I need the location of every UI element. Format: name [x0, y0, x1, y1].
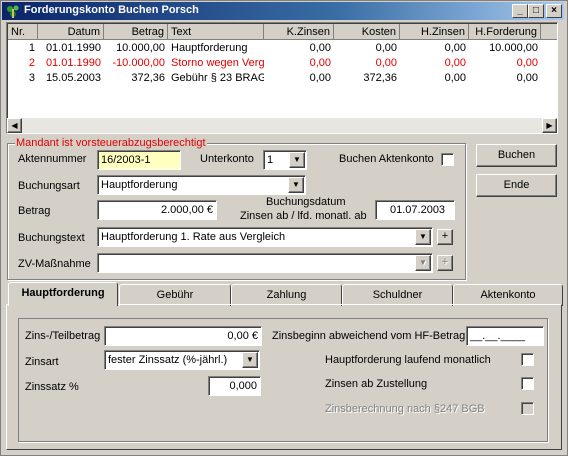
column-header-datum[interactable]: Datum [38, 24, 104, 40]
zinsen-zustellung-label: Zinsen ab Zustellung [325, 378, 428, 390]
tab-zahlung[interactable]: Zahlung [231, 284, 342, 306]
zv-massnahme-select[interactable]: ▼ [97, 253, 433, 273]
minimize-button[interactable]: _ [512, 4, 528, 18]
chevron-down-icon[interactable]: ▼ [242, 352, 258, 368]
chevron-down-icon[interactable]: ▼ [415, 255, 431, 271]
chevron-down-icon[interactable]: ▼ [289, 152, 305, 168]
column-header-nr[interactable]: Nr. [8, 24, 38, 40]
table-cell-hzinsen: 0,00 [444, 57, 466, 69]
aktennummer-label: Aktennummer [18, 153, 87, 165]
table-cell-hforderung: 10.000,00 [489, 42, 538, 54]
column-header-betrag[interactable]: Betrag [104, 24, 168, 40]
buchen-aktenkonto-checkbox[interactable] [441, 153, 454, 166]
table-cell-kzinsen: 0,00 [309, 72, 331, 84]
buchen-aktenkonto-label: Buchen Aktenkonto [339, 153, 434, 165]
unterkonto-select[interactable]: 1 ▼ [263, 150, 307, 170]
app-icon [7, 5, 19, 18]
hf-monatlich-checkbox[interactable] [521, 353, 534, 366]
table-cell-hzinsen: 0,00 [444, 72, 466, 84]
zinsbeginn-label: Zinsbeginn abweichend vom HF-Betrag [272, 330, 466, 342]
title-bar[interactable]: Forderungskonto Buchen Porsch _ □ × [2, 2, 564, 20]
tab-schuldner[interactable]: Schuldner [342, 284, 453, 306]
tab-hauptforderung[interactable]: Hauptforderung [8, 282, 118, 306]
table-cell-betrag: 372,36 [131, 72, 165, 84]
table-cell-kosten: 0,00 [375, 42, 397, 54]
zinssatz-field[interactable]: 0,000 [208, 376, 261, 396]
zinsen-zustellung-checkbox[interactable] [521, 377, 534, 390]
zinsbeginn-field[interactable]: __.__.____ [466, 326, 544, 346]
tab-gebuehr[interactable]: Gebühr [119, 284, 231, 306]
aktennummer-field[interactable]: 16/2003-1 [97, 150, 181, 170]
table-cell-kzinsen: 0,00 [309, 57, 331, 69]
table-cell-nr: 2 [28, 57, 35, 69]
table-cell-nr: 3 [28, 72, 35, 84]
buchungstext-value: Hauptforderung 1. Rate aus Vergleich [101, 231, 286, 243]
window-title: Forderungskonto Buchen Porsch [24, 4, 199, 16]
column-header-filler [541, 24, 557, 40]
table-cell-kosten: 0,00 [375, 57, 397, 69]
table-cell-datum: 15.05.2003 [45, 72, 101, 84]
table-cell-text: Gebühr § 23 BRAG [171, 72, 264, 84]
zinsart-select[interactable]: fester Zinssatz (%-jährl.) ▼ [104, 350, 260, 370]
unterkonto-value: 1 [267, 154, 274, 166]
column-header-hforderung[interactable]: H.Forderung [469, 24, 541, 40]
table-cell-hforderung: 0,00 [516, 72, 538, 84]
betrag-label: Betrag [18, 205, 51, 217]
buchungsdatum-field[interactable]: 01.07.2003 [375, 200, 455, 220]
add-buchungstext-button[interactable]: + [437, 229, 453, 245]
zinsart-label: Zinsart [25, 356, 59, 368]
buchungstext-label: Buchungstext [18, 232, 85, 244]
buchungsart-label: Buchungsart [18, 180, 80, 192]
scroll-right-icon[interactable]: ▶ [542, 118, 557, 133]
zinsberechnung-checkbox[interactable] [521, 402, 534, 415]
buchungstext-select[interactable]: Hauptforderung 1. Rate aus Vergleich ▼ [97, 227, 433, 247]
zins-teilbetrag-field[interactable]: 0,00 € [104, 326, 262, 346]
buchungsdatum-label: Buchungsdatum [266, 196, 346, 208]
zins-teilbetrag-label: Zins-/Teilbetrag [25, 330, 101, 342]
buchungsart-value: Hauptforderung [101, 179, 178, 191]
table-cell-kzinsen: 0,00 [309, 42, 331, 54]
table-cell-betrag: 10.000,00 [116, 42, 165, 54]
scroll-left-icon[interactable]: ◀ [7, 118, 22, 133]
table-cell-text: Hauptforderung [171, 42, 248, 54]
maximize-button[interactable]: □ [528, 4, 544, 18]
table-cell-nr: 1 [28, 42, 35, 54]
chevron-down-icon[interactable]: ▼ [415, 229, 431, 245]
groupbox-legend: Mandant ist vorsteuerabzugsberechtigt [15, 137, 207, 149]
table-cell-datum: 01.01.1990 [45, 42, 101, 54]
table-cell-kosten: 372,36 [363, 72, 397, 84]
table-cell-hzinsen: 0,00 [444, 42, 466, 54]
column-header-kosten[interactable]: Kosten [334, 24, 400, 40]
column-header-kzinsen[interactable]: K.Zinsen [264, 24, 334, 40]
ende-button[interactable]: Ende [476, 174, 557, 197]
buchen-button[interactable]: Buchen [476, 144, 557, 167]
zv-massnahme-label: ZV-Maßnahme [18, 258, 91, 270]
table-cell-datum: 01.01.1990 [45, 57, 101, 69]
column-header-text[interactable]: Text [168, 24, 264, 40]
table-cell-betrag: -10.000,00 [112, 57, 165, 69]
table-cell-hforderung: 0,00 [516, 57, 538, 69]
buchungsart-select[interactable]: Hauptforderung ▼ [97, 175, 306, 195]
close-button[interactable]: × [546, 4, 562, 18]
zinsberechnung-label: Zinsberechnung nach §247 BGB [325, 403, 485, 415]
chevron-down-icon[interactable]: ▼ [288, 177, 304, 193]
hf-monatlich-label: Hauptforderung laufend monatlich [325, 354, 491, 366]
add-zv-button[interactable]: + [437, 255, 453, 271]
zinsen-ab-label: Zinsen ab / lfd. monatl. ab [240, 210, 367, 222]
zinsart-value: fester Zinssatz (%-jährl.) [108, 354, 228, 366]
tab-aktenkonto[interactable]: Aktenkonto [453, 284, 563, 306]
unterkonto-label: Unterkonto [200, 153, 254, 165]
horizontal-scrollbar[interactable]: ◀ ▶ [7, 118, 557, 133]
zinssatz-label: Zinssatz % [25, 381, 79, 393]
table-cell-text: Storno wegen Vergl [171, 57, 264, 69]
column-header-hzinsen[interactable]: H.Zinsen [400, 24, 469, 40]
betrag-field[interactable]: 2.000,00 € [97, 200, 217, 220]
